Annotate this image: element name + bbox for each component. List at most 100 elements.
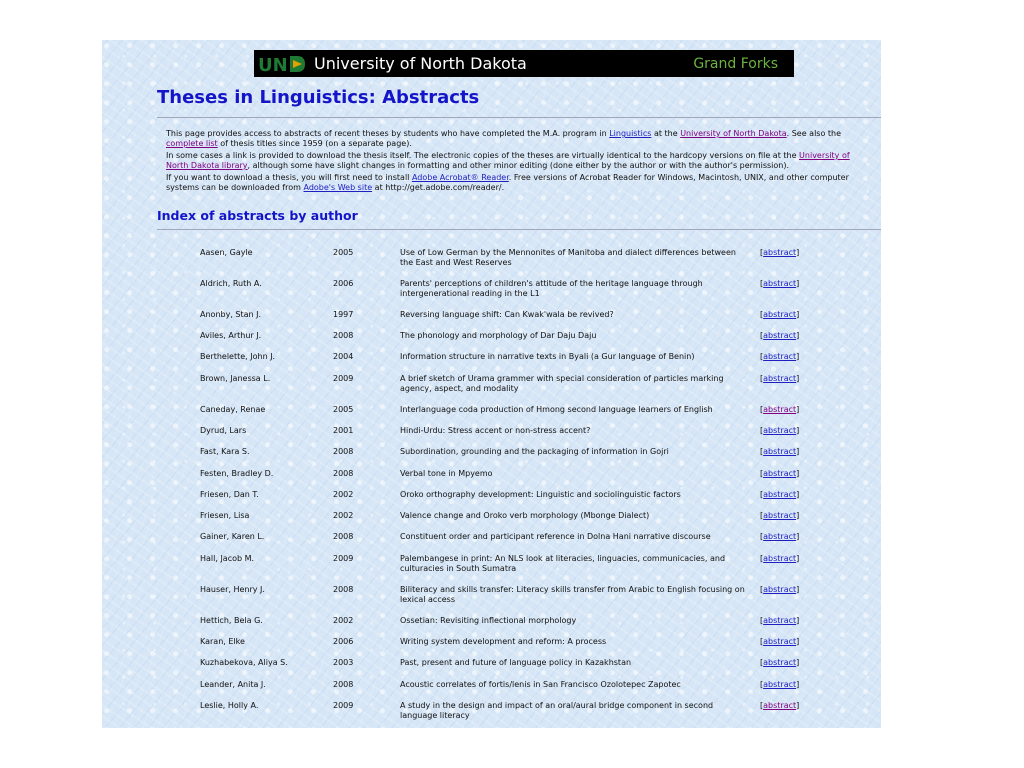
intro-paragraph-3: If you want to download a thesis, you wi… xyxy=(166,173,873,193)
intro-text-span: This page provides access to abstracts o… xyxy=(166,129,610,138)
intro-text: This page provides access to abstracts o… xyxy=(166,129,873,195)
bracket: ] xyxy=(796,511,800,520)
thesis-author: Kuzhabekova, Aliya S. xyxy=(200,658,288,667)
page-content: UN University of North Dakota Grand Fork… xyxy=(102,40,881,728)
abstract-link[interactable]: abstract xyxy=(763,469,796,478)
thesis-title: Constituent order and participant refere… xyxy=(400,532,711,541)
thesis-title: Subordination, grounding and the packagi… xyxy=(400,447,669,456)
bracket: ] xyxy=(796,701,800,710)
abstract-link[interactable]: abstract xyxy=(763,637,796,646)
thesis-author: Karan, Elke xyxy=(200,637,245,646)
thesis-title: Acoustic correlates of fortis/lenis in S… xyxy=(400,680,681,689)
abstract-link-wrapper: [abstract] xyxy=(760,331,799,341)
thesis-author: Aviles, Arthur J. xyxy=(200,331,262,340)
thesis-year: 2008 xyxy=(333,585,354,594)
und-logo-icon: UN xyxy=(254,50,310,77)
thesis-year: 2008 xyxy=(333,331,354,340)
abstract-link-wrapper: [abstract] xyxy=(760,352,799,362)
abstract-link[interactable]: abstract xyxy=(763,616,796,625)
thesis-author: Fast, Kara S. xyxy=(200,447,250,456)
thesis-author: Dyrud, Lars xyxy=(200,426,247,435)
bracket: ] xyxy=(796,490,800,499)
intro-text-span: of thesis titles since 1959 (on a separa… xyxy=(217,139,412,148)
abstract-link[interactable]: abstract xyxy=(763,374,796,383)
abstract-link[interactable]: abstract xyxy=(763,658,796,667)
thesis-year: 2002 xyxy=(333,511,354,520)
abstract-link[interactable]: abstract xyxy=(763,532,796,541)
thesis-year: 2008 xyxy=(333,447,354,456)
svg-text:UN: UN xyxy=(258,55,288,75)
bracket: ] xyxy=(796,374,800,383)
abstract-link[interactable]: abstract xyxy=(763,279,796,288)
abstract-link[interactable]: abstract xyxy=(763,352,796,361)
thesis-year: 2009 xyxy=(333,701,354,710)
abstract-link[interactable]: abstract xyxy=(763,490,796,499)
thesis-author: Hall, Jacob M. xyxy=(200,554,255,563)
complete-list-link[interactable]: complete list xyxy=(166,139,218,148)
thesis-title: Use of Low German by the Mennonites of M… xyxy=(400,248,736,267)
bracket: ] xyxy=(796,532,800,541)
abstract-link[interactable]: abstract xyxy=(763,447,796,456)
thesis-title: Information structure in narrative texts… xyxy=(400,352,695,361)
thesis-author: Friesen, Lisa xyxy=(200,511,250,520)
abstract-link-wrapper: [abstract] xyxy=(760,447,799,457)
und-banner[interactable]: UN University of North Dakota Grand Fork… xyxy=(254,50,794,77)
abstract-link-wrapper: [abstract] xyxy=(760,511,799,521)
page-title: Theses in Linguistics: Abstracts xyxy=(157,87,480,108)
thesis-title: Ossetian: Revisiting inflectional morpho… xyxy=(400,616,577,625)
thesis-author: Leander, Anita J. xyxy=(200,680,266,689)
abstract-link-wrapper: [abstract] xyxy=(760,637,799,647)
abstract-link[interactable]: abstract xyxy=(763,585,796,594)
abstract-link-wrapper: [abstract] xyxy=(760,701,799,711)
thesis-title: Hindi-Urdu: Stress accent or non-stress … xyxy=(400,426,591,435)
thesis-year: 2006 xyxy=(333,637,354,646)
intro-text-span: . See also the xyxy=(786,129,842,138)
abstract-link[interactable]: abstract xyxy=(763,680,796,689)
university-link[interactable]: University of North Dakota xyxy=(680,129,786,138)
abstract-link-wrapper: [abstract] xyxy=(760,554,799,564)
bracket: ] xyxy=(796,279,800,288)
bracket: ] xyxy=(796,248,800,257)
thesis-author: Aasen, Gayle xyxy=(200,248,253,257)
abstract-link[interactable]: abstract xyxy=(763,701,796,710)
thesis-title: Interlanguage coda production of Hmong s… xyxy=(400,405,713,414)
intro-text-span: If you want to download a thesis, you wi… xyxy=(166,173,412,182)
thesis-year: 2001 xyxy=(333,426,354,435)
bracket: ] xyxy=(796,616,800,625)
abstract-link[interactable]: abstract xyxy=(763,310,796,319)
intro-text-span: In some cases a link is provided to down… xyxy=(166,151,800,160)
thesis-title: Valence change and Oroko verb morphology… xyxy=(400,511,650,520)
abstract-link-wrapper: [abstract] xyxy=(760,658,799,668)
thesis-year: 2008 xyxy=(333,680,354,689)
thesis-year: 2006 xyxy=(333,279,354,288)
abstract-link[interactable]: abstract xyxy=(763,554,796,563)
bracket: ] xyxy=(796,554,800,563)
adobe-site-link[interactable]: Adobe's Web site xyxy=(303,183,372,192)
abstract-link-wrapper: [abstract] xyxy=(760,374,799,384)
thesis-year: 2005 xyxy=(333,248,354,257)
thesis-year: 2003 xyxy=(333,658,354,667)
thesis-author: Brown, Janessa L. xyxy=(200,374,271,383)
thesis-author: Festen, Bradley D. xyxy=(200,469,274,478)
thesis-title: Reversing language shift: Can Kwak'wala … xyxy=(400,310,614,319)
thesis-author: Caneday, Renae xyxy=(200,405,266,414)
abstract-link-wrapper: [abstract] xyxy=(760,279,799,289)
abstract-link[interactable]: abstract xyxy=(763,248,796,257)
bracket: ] xyxy=(796,469,800,478)
thesis-title: Writing system development and reform: A… xyxy=(400,637,607,646)
thesis-title: Verbal tone in Mpyemo xyxy=(400,469,493,478)
abstract-link[interactable]: abstract xyxy=(763,426,796,435)
index-heading: Index of abstracts by author xyxy=(157,208,358,223)
abstract-link[interactable]: abstract xyxy=(763,405,796,414)
thesis-title: Oroko orthography development: Linguisti… xyxy=(400,490,681,499)
thesis-title: Past, present and future of language pol… xyxy=(400,658,632,667)
abstract-link-wrapper: [abstract] xyxy=(760,680,799,690)
acrobat-reader-link[interactable]: Adobe Acrobat® Reader xyxy=(412,173,509,182)
linguistics-link[interactable]: Linguistics xyxy=(609,129,651,138)
thesis-title: Palembangese in print: An NLS look at li… xyxy=(400,554,726,573)
abstract-link-wrapper: [abstract] xyxy=(760,248,799,258)
abstract-link[interactable]: abstract xyxy=(763,331,796,340)
intro-text-span: at the xyxy=(651,129,681,138)
bracket: ] xyxy=(796,658,800,667)
abstract-link[interactable]: abstract xyxy=(763,511,796,520)
